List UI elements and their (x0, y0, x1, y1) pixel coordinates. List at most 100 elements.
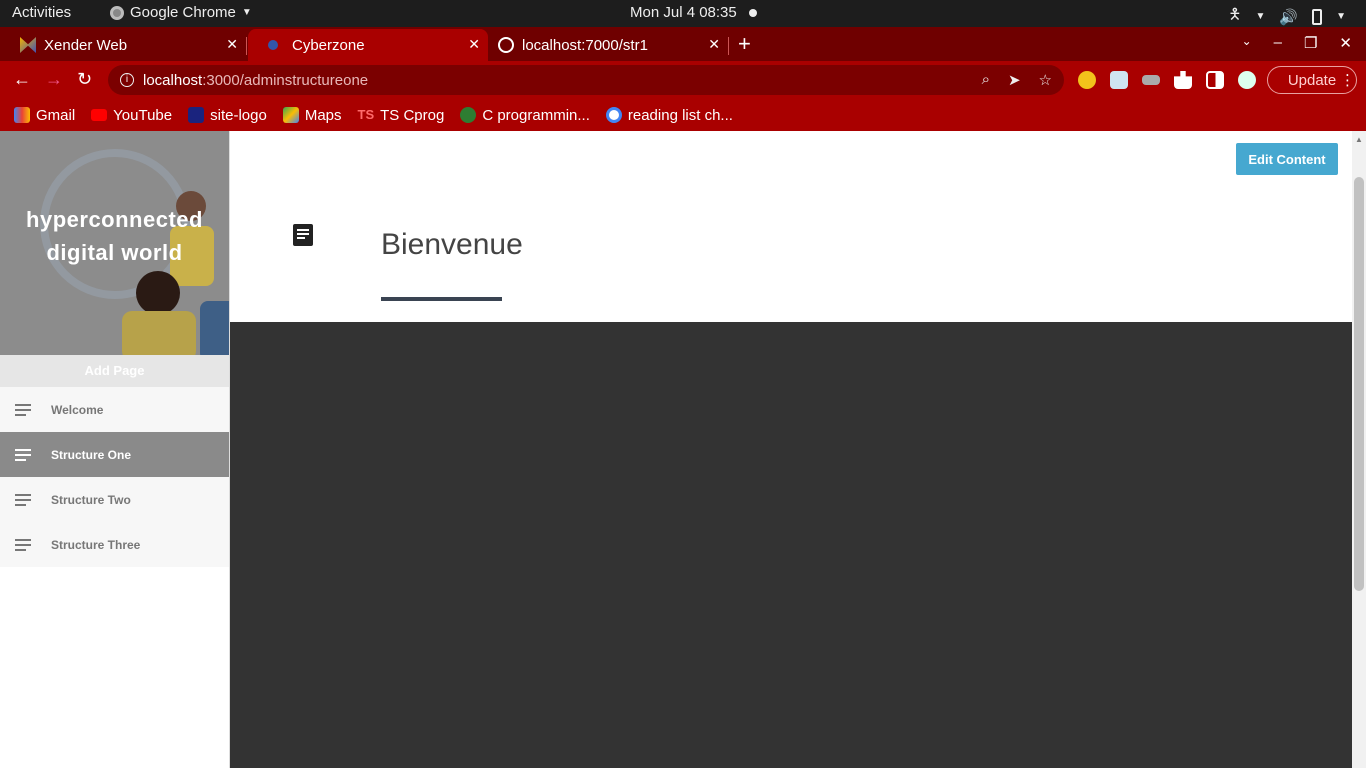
activities-button[interactable]: Activities (12, 4, 71, 21)
bookmarks-bar: Gmail YouTube site-logo Maps TS TS Cprog … (0, 99, 1366, 131)
minimize-icon[interactable]: – (1274, 34, 1282, 52)
browser-toolbar: ← → ↻ i localhost :3000/adminstructureon… (0, 61, 1366, 99)
star-icon[interactable]: ☆ (1039, 71, 1052, 89)
back-arrow-icon[interactable]: ← (13, 69, 31, 90)
tab-title: localhost:7000/str1 (522, 36, 648, 54)
scrollbar-thumb[interactable] (1354, 177, 1364, 591)
cyberzone-favicon-icon (268, 40, 278, 50)
bookmark-label: Gmail (36, 106, 76, 124)
puzzle-icon[interactable] (1174, 71, 1192, 89)
address-bar[interactable]: i localhost :3000/adminstructureone ⌕ ➤ … (108, 65, 1064, 95)
lines-icon (15, 446, 31, 464)
extension-blue-icon[interactable] (1110, 71, 1128, 89)
person-illustration (136, 271, 180, 315)
content-header: Bienvenue Edit Content (230, 131, 1352, 322)
extension-yellow-icon[interactable] (1078, 71, 1096, 89)
app-menu-label: Google Chrome (130, 4, 236, 21)
maps-icon (282, 107, 299, 123)
info-icon[interactable]: i (120, 73, 134, 87)
side-panel-icon[interactable] (1206, 71, 1224, 89)
lines-icon (15, 491, 31, 509)
sidebar-hero-banner: hyperconnected digital world (0, 131, 229, 355)
person-illustration (122, 311, 196, 355)
tab-cyberzone[interactable]: Cyberzone ✕ (248, 29, 488, 61)
close-icon[interactable]: ✕ (226, 36, 238, 53)
avatar[interactable] (1238, 71, 1256, 89)
bookmark-label: TS Cprog (380, 106, 445, 124)
bookmark-site-logo[interactable]: site-logo (188, 107, 267, 124)
url-host: localhost (143, 71, 203, 89)
tab-localhost-7000[interactable]: localhost:7000/str1 ✕ (478, 29, 729, 61)
zoom-icon[interactable]: ⌕ (982, 71, 990, 89)
page-list-item-structure-three[interactable]: Structure Three (0, 522, 229, 567)
system-tray[interactable]: 🯅 ▼ 🔊 ▼ (1228, 4, 1346, 29)
add-page-button[interactable]: Add Page (0, 355, 229, 387)
clock[interactable]: Mon Jul 4 08:35 (630, 4, 737, 21)
bookmark-label: Maps (304, 106, 342, 124)
bookmark-maps[interactable]: Maps (282, 106, 342, 124)
bookmark-ts-cprog[interactable]: TS TS Cprog (358, 107, 445, 124)
c-programming-icon (460, 107, 477, 123)
reload-icon[interactable]: ↻ (77, 69, 92, 90)
bookmark-label: C programmin... (482, 106, 590, 124)
notification-dot (749, 9, 757, 17)
omnibox-tools: ⌕ ➤ ☆ (982, 71, 1052, 89)
lines-icon (15, 401, 31, 419)
main-content: Bienvenue Edit Content (230, 131, 1352, 768)
bookmark-label: YouTube (113, 106, 173, 124)
bookmark-label: reading list ch... (627, 106, 733, 124)
page-heading: Bienvenue (381, 228, 523, 261)
xender-favicon-icon (20, 37, 36, 53)
battery-icon[interactable] (1312, 8, 1323, 25)
window-controls: ⌄ – ❐ ✕ (1242, 34, 1352, 52)
send-icon[interactable]: ➤ (1008, 71, 1021, 89)
page-list-item-structure-two[interactable]: Structure Two (0, 477, 229, 522)
globe-icon (498, 37, 514, 53)
forward-arrow-icon[interactable]: → (45, 69, 63, 90)
bookmark-reading-list[interactable]: reading list ch... (605, 106, 733, 124)
new-tab-button[interactable]: + (738, 31, 751, 57)
page-list: Welcome Structure One Structure Two Stru… (0, 387, 229, 567)
accessibility-icon[interactable]: 🯅 (1228, 4, 1241, 29)
lines-icon (15, 536, 31, 554)
chevron-down-icon: ▼ (241, 7, 252, 18)
chrome-icon (110, 5, 124, 20)
scroll-up-arrow-icon[interactable]: ▲ (1355, 135, 1363, 144)
app-menu[interactable]: Google Chrome ▼ (110, 4, 252, 21)
site-logo-icon (188, 107, 205, 123)
page-list-item-structure-one[interactable]: Structure One (0, 432, 229, 477)
edit-content-label: Edit Content (1248, 151, 1326, 167)
google-icon (605, 107, 622, 123)
gmail-icon (14, 107, 30, 123)
bookmark-gmail[interactable]: Gmail (14, 107, 75, 124)
tab-strip: Xender Web ✕ Cyberzone ✕ localhost:7000/… (0, 27, 1366, 61)
update-label: Update (1287, 71, 1337, 89)
ts-icon: TS (357, 107, 375, 122)
youtube-icon (91, 109, 108, 121)
page-list-item-label: Welcome (51, 402, 104, 417)
os-top-bar: Activities Google Chrome ▼ Mon Jul 4 08:… (0, 0, 1366, 27)
tab-search-chevron-icon[interactable]: ⌄ (1242, 34, 1252, 52)
close-icon[interactable]: ✕ (708, 36, 720, 53)
document-icon (293, 224, 313, 246)
extensions-area (1078, 71, 1256, 89)
heading-underline (381, 297, 502, 301)
chevron-down-icon: ▼ (1255, 11, 1266, 22)
vertical-scrollbar[interactable]: ▲ (1352, 131, 1366, 768)
bookmark-label: site-logo (210, 106, 267, 124)
page-list-item-welcome[interactable]: Welcome (0, 387, 229, 432)
tab-xender-web[interactable]: Xender Web ✕ (0, 29, 247, 61)
page-viewport: hyperconnected digital world Add Page We… (0, 131, 1366, 768)
edit-content-button[interactable]: Edit Content (1236, 143, 1338, 175)
close-window-icon[interactable]: ✕ (1339, 34, 1352, 52)
volume-icon[interactable]: 🔊 (1279, 8, 1298, 26)
restore-icon[interactable]: ❐ (1304, 34, 1317, 52)
page-list-item-label: Structure One (51, 447, 132, 462)
sidebar-hero-title: hyperconnected digital world (26, 207, 203, 265)
extension-glasses-icon[interactable] (1142, 75, 1160, 85)
bookmark-c-programming[interactable]: C programmin... (460, 107, 590, 124)
url-path: :3000/adminstructureone (202, 71, 369, 89)
more-menu-icon[interactable]: ⋮ (1340, 71, 1355, 89)
bookmark-youtube[interactable]: YouTube (91, 107, 172, 124)
page-list-item-label: Structure Three (51, 537, 141, 552)
